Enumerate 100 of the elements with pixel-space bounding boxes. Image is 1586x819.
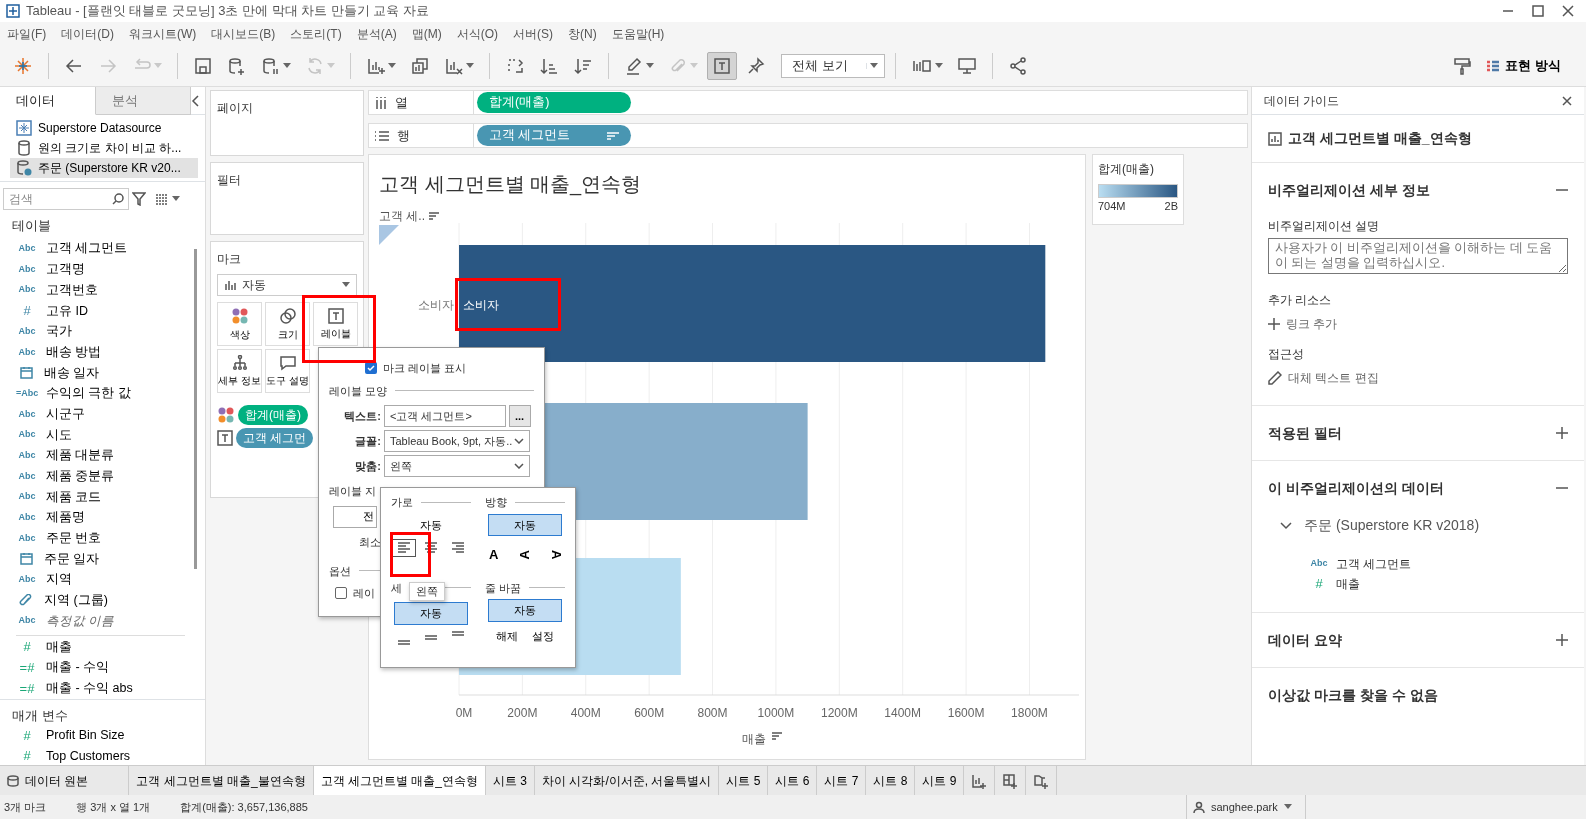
field-item[interactable]: 주문 일자 (0, 548, 180, 570)
field-item[interactable]: 배송 일자 (0, 362, 180, 384)
field-item[interactable]: Abc 제품 대분류 (0, 445, 180, 467)
search-field[interactable]: 검색 (3, 188, 129, 210)
field-item[interactable]: Abc 고객번호 (0, 279, 180, 301)
text-direction-button[interactable]: A (512, 545, 538, 565)
option-button[interactable]: 자동 (394, 513, 468, 536)
status-text: 합계(매출): 3,657,136,885 (180, 799, 308, 815)
option-button[interactable]: 해제 (495, 624, 519, 647)
story-add-icon (1033, 772, 1050, 789)
description-field[interactable]: 사용자가 이 비주얼리제이션을 이해하는 데 도움이 되는 설명을 입력하십시오. (1268, 238, 1568, 274)
number-type-icon: # (16, 301, 38, 321)
tick-label: 0M (455, 706, 473, 720)
menu-item[interactable]: 맵(M) (406, 25, 452, 43)
close-icon[interactable] (1562, 95, 1572, 106)
field-item[interactable]: # 고유 ID (0, 300, 180, 322)
text-direction-button[interactable]: A (483, 542, 504, 568)
sheet-tab[interactable]: 고객 세그먼트별 매출_연속형 (313, 766, 487, 795)
collapse-icon[interactable] (191, 94, 199, 107)
field-item[interactable]: Abc 국가 (0, 321, 180, 342)
edit-alt-text-button[interactable]: 대체 텍스트 편집 (1268, 369, 1568, 387)
option-button[interactable]: 자동 (488, 599, 562, 622)
field-item[interactable]: # Profit Bin Size (0, 725, 180, 746)
bar-label: 소비자 (463, 297, 499, 312)
size-mark-button[interactable]: 크기 (265, 302, 310, 346)
text-direction-button[interactable]: A (543, 545, 570, 565)
menu-item[interactable]: 대시보드(B) (206, 25, 286, 43)
more-button[interactable]: ... (509, 405, 531, 427)
section-heading: 줄 바꿈 (485, 580, 522, 596)
field-item[interactable]: Abc 측정값 이름 (0, 610, 180, 632)
text-field[interactable]: <고객 세그먼트> (384, 405, 506, 427)
field-item[interactable]: =Abc 수익의 극한 값 (0, 383, 180, 404)
detail-mark-button[interactable]: 세부 정보 (217, 349, 262, 393)
field-item[interactable]: Abc 고객명 (0, 259, 180, 280)
expand-icon[interactable] (1556, 427, 1568, 439)
bar-chart-icon (1486, 59, 1501, 73)
string-type-icon: Abc (16, 283, 38, 297)
field-item[interactable]: Abc 지역 (0, 569, 180, 591)
menu-item[interactable]: 스토리(T) (285, 25, 352, 43)
field-item[interactable]: Abc 시도 (0, 424, 180, 446)
datasource-item[interactable]: 원의 크기로 차이 비교 하... (10, 138, 198, 158)
expand-icon[interactable] (1556, 634, 1568, 646)
menu-item[interactable]: 파일(F) (2, 25, 57, 43)
view-dropdown[interactable]: 전체 보기 (781, 54, 885, 78)
option-button[interactable]: 자동 (488, 513, 562, 536)
sort-icon[interactable] (771, 732, 783, 740)
string-type-icon: Abc (1308, 557, 1330, 571)
menu-item[interactable]: 도움말(H) (606, 25, 675, 43)
scrollbar[interactable] (194, 248, 197, 569)
alignment-icon (424, 634, 438, 640)
menu-item[interactable]: 서식(O) (451, 25, 508, 43)
field-item[interactable]: Abc 배송 방법 (0, 341, 180, 363)
close-icon[interactable] (1562, 5, 1574, 17)
maximize-icon[interactable] (1532, 5, 1544, 17)
menu-item[interactable]: 데이터(D) (56, 25, 124, 43)
label-marks-option[interactable]: 전 (333, 505, 377, 528)
string-type-icon: Abc (16, 428, 38, 442)
mark-type-dropdown[interactable]: 자동 (217, 274, 357, 296)
color-mark-button[interactable]: 색상 (217, 302, 262, 346)
menu-item[interactable]: 분석(A) (351, 25, 407, 43)
alignment-dropdown[interactable]: 왼쪽 (384, 455, 530, 477)
datasource-item[interactable]: Superstore Datasource (10, 118, 198, 138)
speech-bubble-icon (278, 354, 297, 371)
add-link-button[interactable]: 링크 추가 (1268, 315, 1568, 333)
field-item[interactable]: # 매출 (0, 636, 180, 658)
list-view-icon (155, 193, 169, 205)
option-button[interactable]: 자동 (394, 602, 468, 625)
checkbox[interactable] (335, 587, 347, 600)
field-item[interactable]: # Top Customers (0, 745, 180, 767)
field-item[interactable]: Abc 제품 코드 (0, 486, 180, 508)
field-item[interactable]: =# 매출 - 수익 (0, 657, 180, 678)
show-me-button[interactable]: 표현 방식 (1481, 52, 1566, 80)
source-tree-item[interactable]: 주문 (Superstore KR v2018) (1268, 515, 1568, 536)
panel-tab[interactable]: 분석 (95, 87, 191, 115)
field-item[interactable]: Abc 주문 번호 (0, 528, 180, 549)
section-heading: 세 (391, 580, 402, 596)
filter-icon[interactable] (132, 192, 146, 206)
color-icon (230, 306, 249, 325)
field-item[interactable]: =# 매출 - 수익 abs (0, 677, 180, 699)
menu-item[interactable]: 서버(S) (508, 25, 563, 43)
font-dropdown[interactable]: Tableau Book, 9pt, 자동.. (384, 430, 530, 452)
datasource-item[interactable]: 주문 (Superstore KR v20... (10, 158, 198, 178)
axis-label: 소비자 (418, 297, 454, 312)
label-mark-button[interactable]: 레이블 (313, 302, 358, 346)
field-item[interactable]: Abc 제품명 (0, 507, 180, 529)
view-options-button[interactable] (155, 193, 180, 205)
field-item[interactable]: Abc 제품 중분류 (0, 466, 180, 487)
text-label-button[interactable] (707, 52, 737, 80)
option-button[interactable]: 설정 (531, 624, 555, 647)
menu-item[interactable]: 창(N) (563, 25, 607, 43)
row-header: 고객 세.. (379, 209, 425, 223)
user-menu[interactable]: sanghee.park (1186, 795, 1306, 819)
caret-icon (342, 282, 350, 288)
field-item[interactable]: 지역 (그룹) (0, 590, 180, 611)
menu-item[interactable]: 워크시트(W) (124, 25, 207, 43)
field-item[interactable]: Abc 고객 세그먼트 (0, 238, 180, 260)
tooltip-mark-button[interactable]: 도구 설명 (265, 349, 310, 393)
sort-ascending-icon (539, 56, 559, 76)
sort-icon[interactable] (428, 212, 440, 220)
field-item[interactable]: Abc 시군구 (0, 404, 180, 425)
